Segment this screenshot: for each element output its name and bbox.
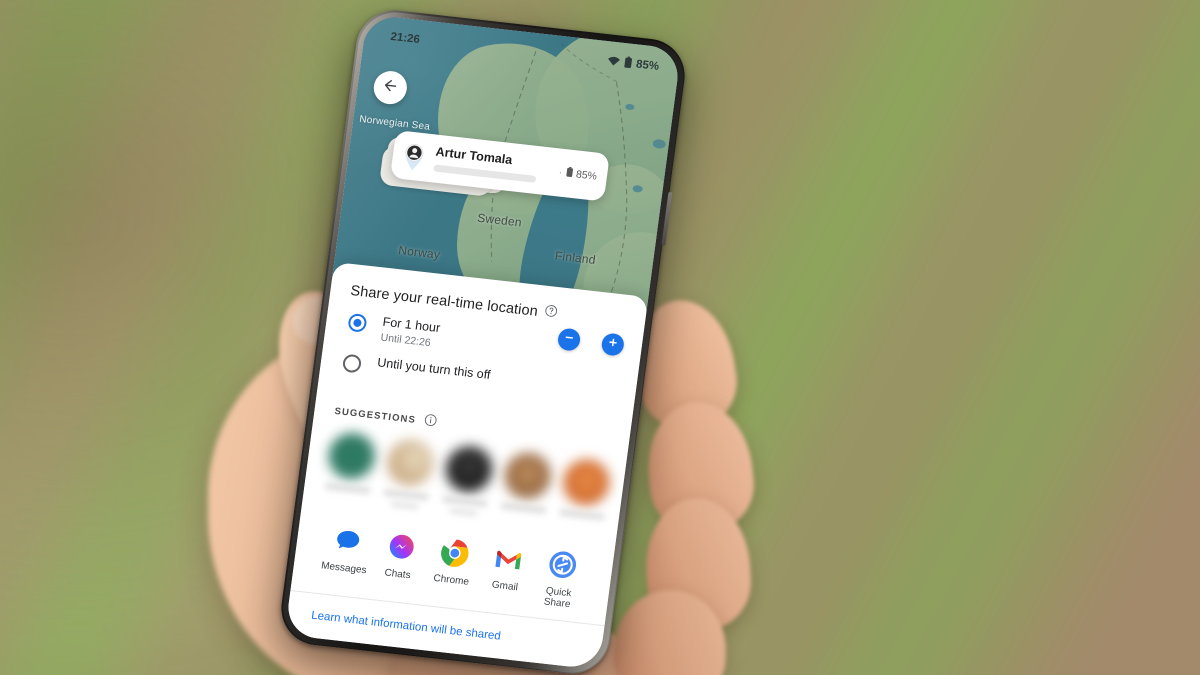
avatar (325, 430, 378, 482)
battery-icon (623, 55, 633, 72)
suggestion-item[interactable] (323, 430, 378, 504)
back-arrow-icon (380, 76, 400, 100)
share-target-chats[interactable]: Chats (371, 527, 429, 583)
share-target-quick-share[interactable]: Quick Share (530, 545, 590, 613)
share-target-label: Messages (320, 559, 368, 576)
share-target-label: Quick Share (543, 585, 573, 611)
wifi-icon (606, 55, 621, 69)
contact-battery: · 85% (558, 165, 598, 183)
photo-scene: 21:26 85% Norwegian Sea Sweden Norway Fi… (0, 0, 1200, 675)
quick-share-icon (534, 545, 590, 584)
avatar (443, 443, 496, 495)
share-target-label: Gmail (491, 579, 519, 593)
share-target-gmail[interactable]: Gmail (478, 539, 536, 595)
share-location-sheet: Share your real-time location For 1 hour… (284, 261, 649, 670)
contact-battery-percent: 85% (575, 168, 598, 183)
radio-button-unselected[interactable] (341, 353, 363, 374)
plus-icon (606, 335, 620, 354)
person-location-pin-icon (399, 140, 429, 173)
contact-info: Artur Tomala (433, 145, 552, 185)
suggestion-name-redacted (382, 488, 430, 501)
share-target-label: Chrome (432, 572, 470, 588)
battery-percent-label: 85% (635, 58, 660, 73)
suggestion-item[interactable] (557, 456, 613, 531)
decrease-duration-button[interactable] (556, 327, 582, 352)
messenger-icon (373, 527, 429, 566)
suggestion-item[interactable] (499, 450, 554, 524)
status-time: 21:26 (389, 30, 421, 47)
suggestions-label: SUGGESTIONS (333, 406, 417, 427)
suggestion-name-redacted (441, 495, 489, 508)
suggestion-item[interactable] (440, 443, 496, 517)
share-target-chrome[interactable]: Chrome (425, 533, 483, 589)
suggestion-item[interactable] (382, 436, 437, 511)
info-circle-icon[interactable] (423, 413, 438, 432)
chrome-icon (427, 533, 483, 572)
suggestion-name-redacted (500, 501, 547, 514)
suggestion-name-redacted (324, 481, 371, 494)
separator-dot: · (558, 166, 563, 179)
option-text: For 1 hour Until 22:26 (380, 315, 441, 350)
radio-button-selected[interactable] (347, 312, 368, 333)
minus-icon (562, 330, 576, 349)
help-circle-icon[interactable] (543, 304, 558, 323)
suggestion-name-redacted (558, 508, 606, 521)
battery-icon (565, 166, 574, 181)
increase-duration-button[interactable] (600, 332, 626, 357)
messages-icon (319, 521, 375, 560)
learn-what-is-shared-link[interactable]: Learn what information will be shared (310, 610, 501, 643)
avatar (501, 450, 554, 501)
status-indicators: 85% (606, 54, 660, 75)
avatar (560, 456, 613, 508)
avatar (384, 436, 437, 488)
gmail-icon (480, 539, 536, 578)
share-target-messages[interactable]: Messages (317, 521, 375, 577)
suggestion-sub-redacted (449, 506, 478, 516)
share-target-label: Chats (383, 567, 412, 581)
suggestion-sub-redacted (390, 500, 419, 510)
